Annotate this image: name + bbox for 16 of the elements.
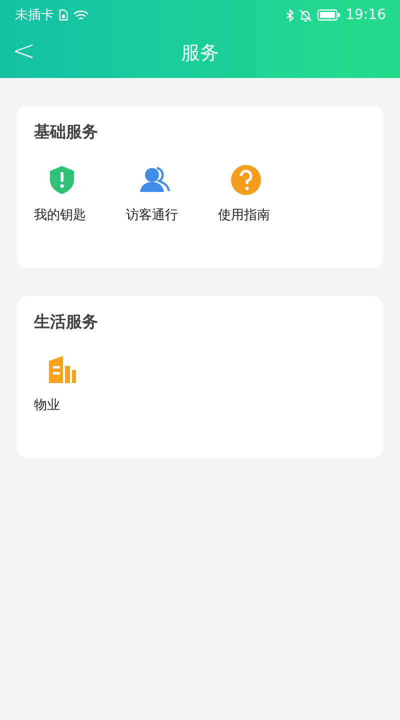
wifi-icon: [73, 8, 89, 22]
section-title: 基础服务: [34, 122, 99, 143]
carrier-text: 未插卡: [15, 7, 54, 24]
sim-icon: [59, 9, 68, 21]
service-item[interactable]: 访客通行: [126, 206, 178, 224]
service-item[interactable]: 物业: [34, 396, 60, 414]
service-item[interactable]: 使用指南: [218, 206, 270, 224]
battery-icon: [316, 9, 341, 21]
bell-off-icon: [298, 8, 312, 22]
clock-text: 19:16: [346, 7, 386, 23]
question-icon: [230, 164, 262, 196]
building-icon: [46, 354, 78, 386]
bluetooth-icon: [286, 8, 294, 22]
section-title: 生活服务: [34, 312, 99, 333]
page-title: 服务: [180, 41, 220, 66]
service-item[interactable]: 我的钥匙: [34, 206, 86, 224]
